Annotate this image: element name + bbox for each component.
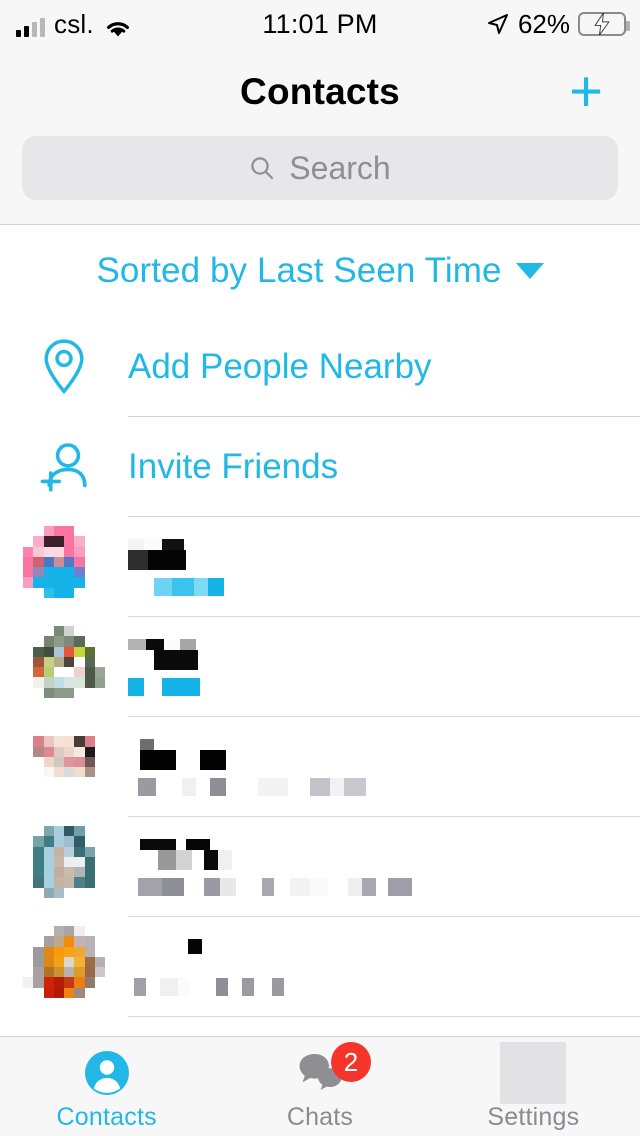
- navigation-bar: Contacts +: [0, 48, 640, 136]
- invite-friends-label: Invite Friends: [128, 447, 339, 486]
- avatar: [0, 626, 128, 708]
- contact-name: [128, 838, 620, 870]
- battery-percentage: 62%: [517, 8, 570, 39]
- contact-status: [128, 877, 620, 896]
- contact-name: [128, 538, 620, 570]
- contact-text: [128, 638, 640, 696]
- avatar: [0, 826, 128, 908]
- add-person-icon: [0, 439, 128, 495]
- contact-text: [128, 538, 640, 596]
- settings-placeholder-icon: [500, 1042, 567, 1104]
- battery-icon: [578, 12, 630, 36]
- contact-row[interactable]: [0, 717, 640, 817]
- contact-text: [128, 738, 640, 796]
- contact-name-redaction: [128, 849, 232, 870]
- tab-chats[interactable]: 2 Chats: [213, 1037, 426, 1136]
- chats-badge: 2: [330, 1042, 371, 1082]
- add-people-nearby-label: Add People Nearby: [128, 347, 432, 386]
- contact-text: [128, 938, 640, 996]
- chevron-down-icon: [515, 263, 544, 279]
- page-title: Contacts: [240, 71, 400, 112]
- tab-contacts[interactable]: Contacts: [0, 1037, 213, 1136]
- tab-chats-label: Chats: [286, 1103, 354, 1131]
- plus-icon: +: [569, 59, 603, 124]
- contact-row[interactable]: [0, 517, 640, 617]
- contact-status: [128, 777, 620, 796]
- location-arrow-icon: [486, 12, 510, 36]
- contact-name: [128, 938, 620, 969]
- tab-settings-label: Settings: [487, 1103, 580, 1131]
- contact-list: [0, 517, 640, 1017]
- contact-name: [128, 738, 620, 770]
- tab-bar: Contacts 2 Chats Settings: [0, 1036, 640, 1136]
- contact-status: [128, 977, 620, 996]
- status-bar-right: 62%: [486, 8, 630, 40]
- search-placeholder: Search: [289, 149, 391, 186]
- search-icon: [249, 155, 275, 181]
- sort-selector[interactable]: Sorted by Last Seen Time: [0, 225, 640, 317]
- tab-settings[interactable]: Settings: [427, 1037, 640, 1136]
- contact-name-redaction: [128, 649, 198, 670]
- contact-row[interactable]: [0, 917, 640, 1017]
- row-separator: [128, 1016, 640, 1017]
- contact-name-redaction: [128, 549, 186, 570]
- contact-name-redaction-top: [128, 938, 202, 954]
- contact-status: [128, 677, 620, 696]
- avatar: [0, 526, 128, 608]
- status-bar: csl. 11:01 PM 62%: [0, 0, 640, 48]
- tab-contacts-label: Contacts: [56, 1103, 157, 1131]
- chat-bubbles-icon: 2: [291, 1042, 371, 1098]
- sort-label: Sorted by Last Seen Time: [96, 251, 502, 290]
- search-container: Search: [0, 136, 640, 224]
- add-people-nearby-row[interactable]: Add People Nearby: [0, 317, 640, 417]
- invite-friends-row[interactable]: Invite Friends: [0, 417, 640, 517]
- search-input[interactable]: Search: [22, 136, 618, 200]
- add-contact-button[interactable]: +: [558, 59, 614, 124]
- contact-row[interactable]: [0, 817, 640, 917]
- contact-status: [128, 577, 620, 596]
- person-circle-icon: [82, 1048, 132, 1098]
- contact-row[interactable]: [0, 617, 640, 717]
- contact-name-redaction: [128, 749, 226, 770]
- contact-name: [128, 638, 620, 670]
- contact-text: [128, 838, 640, 896]
- location-pin-icon: [0, 338, 128, 396]
- avatar: [0, 726, 128, 808]
- avatar: [0, 926, 128, 1008]
